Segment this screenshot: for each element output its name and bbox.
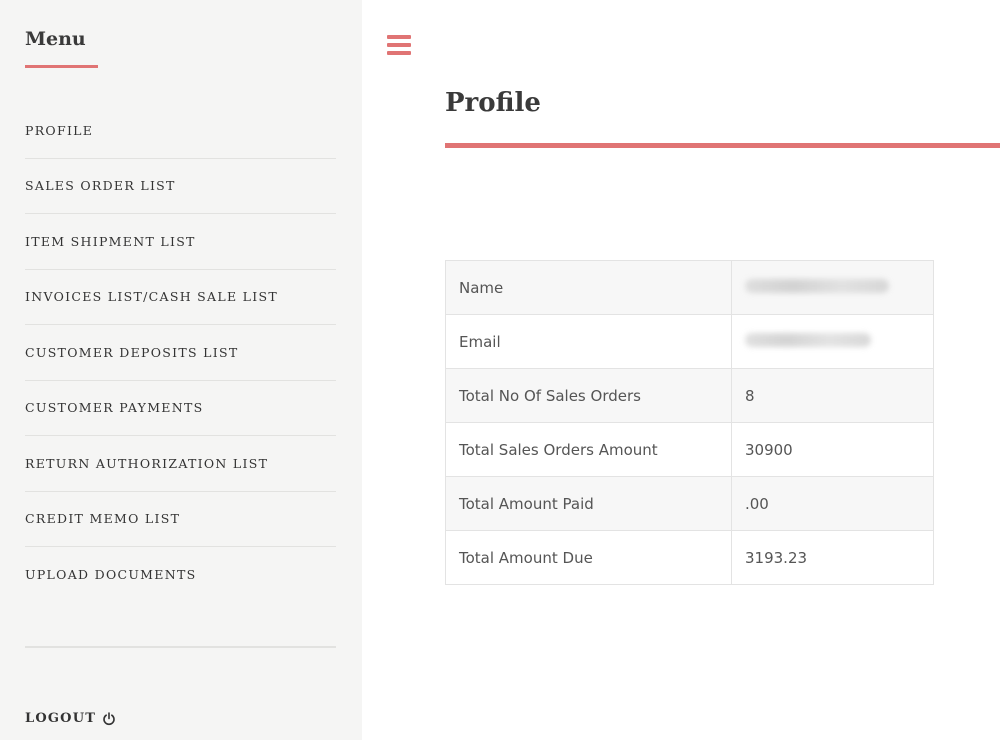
sidebar-item-credit-memo-list[interactable]: CREDIT MEMO LIST — [25, 492, 336, 547]
table-row: Total Amount Paid .00 — [445, 476, 934, 531]
profile-label-total-sales-amount: Total Sales Orders Amount — [445, 422, 732, 477]
table-row: Email — [445, 314, 934, 369]
menu-title: Menu — [25, 28, 86, 50]
table-row: Total Sales Orders Amount 30900 — [445, 422, 934, 477]
menu-title-underline — [25, 65, 98, 68]
table-row: Name — [445, 260, 934, 315]
page-title: Profile — [445, 88, 541, 118]
sidebar-item-sales-order-list[interactable]: SALES ORDER LIST — [25, 159, 336, 214]
sidebar-item-return-authorization-list[interactable]: RETURN AUTHORIZATION LIST — [25, 436, 336, 492]
page-title-underline — [445, 143, 1000, 148]
logout-button[interactable]: LOGOUT — [25, 711, 116, 726]
profile-label-total-amount-paid: Total Amount Paid — [445, 476, 732, 531]
profile-label-total-sales-orders: Total No Of Sales Orders — [445, 368, 732, 423]
sidebar-nav: PROFILE SALES ORDER LIST ITEM SHIPMENT L… — [25, 103, 336, 603]
profile-table: Name Email Total No Of Sales Orders 8 To… — [445, 260, 934, 585]
sidebar-item-item-shipment-list[interactable]: ITEM SHIPMENT LIST — [25, 214, 336, 270]
profile-label-name: Name — [445, 260, 732, 315]
profile-value-total-amount-due: 3193.23 — [731, 530, 934, 585]
profile-value-name — [731, 260, 934, 315]
profile-value-total-sales-orders: 8 — [731, 368, 934, 423]
power-icon — [102, 711, 116, 726]
table-row: Total Amount Due 3193.23 — [445, 530, 934, 585]
sidebar-item-upload-documents[interactable]: UPLOAD DOCUMENTS — [25, 547, 336, 603]
redacted-email — [745, 332, 871, 347]
profile-label-email: Email — [445, 314, 732, 369]
profile-value-total-sales-amount: 30900 — [731, 422, 934, 477]
sidebar-item-customer-payments[interactable]: CUSTOMER PAYMENTS — [25, 381, 336, 436]
profile-value-email — [731, 314, 934, 369]
sidebar-item-invoices-list[interactable]: INVOICES LIST/CASH SALE LIST — [25, 270, 336, 325]
sidebar: Menu PROFILE SALES ORDER LIST ITEM SHIPM… — [0, 0, 362, 740]
sidebar-item-customer-deposits-list[interactable]: CUSTOMER DEPOSITS LIST — [25, 325, 336, 381]
hamburger-icon[interactable] — [387, 35, 411, 55]
sidebar-item-profile[interactable]: PROFILE — [25, 103, 336, 159]
redacted-name — [745, 278, 889, 293]
profile-value-total-amount-paid: .00 — [731, 476, 934, 531]
sidebar-divider — [25, 646, 336, 648]
table-row: Total No Of Sales Orders 8 — [445, 368, 934, 423]
profile-label-total-amount-due: Total Amount Due — [445, 530, 732, 585]
logout-label: LOGOUT — [25, 711, 97, 726]
